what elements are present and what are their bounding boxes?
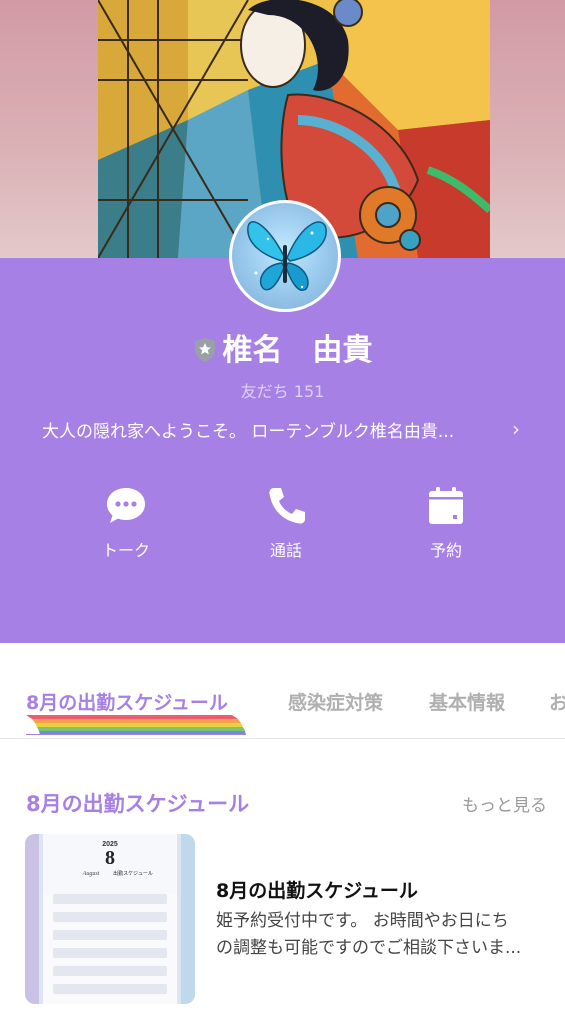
- tab-more-cut[interactable]: お: [549, 688, 565, 715]
- section-title: 8月の出勤スケジュール: [26, 792, 250, 816]
- call-button[interactable]: 通話: [236, 485, 336, 561]
- chat-bubble-icon: [107, 488, 145, 523]
- profile-panel: [0, 258, 565, 643]
- friend-count: 友だち 151: [240, 382, 325, 401]
- calendar-thumbnail-image: 2025 8 August 出勤スケジュール: [25, 834, 195, 1004]
- card-description-line: の調整も可能ですのでご相談下さいま...: [216, 938, 522, 958]
- talk-button[interactable]: トーク: [76, 485, 176, 561]
- profile-name-row: 椎名 由貴: [0, 332, 565, 370]
- profile-name: 椎名 由貴: [222, 333, 373, 368]
- see-more-link[interactable]: もっと見る: [462, 791, 547, 816]
- phone-icon: [269, 488, 305, 524]
- talk-label: トーク: [101, 541, 150, 560]
- reserve-button[interactable]: 予約: [396, 485, 496, 561]
- tab-basic-info[interactable]: 基本情報: [429, 688, 505, 715]
- avatar[interactable]: [229, 200, 341, 312]
- card-description: 姫予約受付中です。 お時間やお日にち の調整も可能ですのでご相談下さいま...: [216, 908, 551, 962]
- profile-bio[interactable]: 大人の隠れ家へようこそ。 ローテンブルク椎名由貴...: [42, 417, 512, 442]
- calendar-icon: [429, 487, 463, 524]
- card-description-line: 姫予約受付中です。 お時間やお日にち: [216, 911, 509, 931]
- tab-infection-control[interactable]: 感染症対策: [288, 688, 383, 715]
- chevron-right-icon[interactable]: ›: [512, 417, 520, 441]
- call-label: 通話: [269, 541, 302, 560]
- thumb-month-name: August: [82, 871, 100, 877]
- thumb-caption: 出勤スケジュール: [113, 870, 153, 877]
- thumb-month: 8: [105, 847, 115, 869]
- butterfly-icon: [247, 221, 327, 292]
- card-title[interactable]: 8月の出勤スケジュール: [216, 876, 418, 903]
- verified-shield-icon: [194, 338, 215, 362]
- reserve-label: 予約: [429, 541, 462, 560]
- active-tab-indicator: [26, 715, 246, 735]
- schedule-thumbnail[interactable]: 2025 8 August 出勤スケジュール: [25, 834, 195, 1004]
- tab-august-schedule[interactable]: 8月の出勤スケジュール: [26, 688, 228, 715]
